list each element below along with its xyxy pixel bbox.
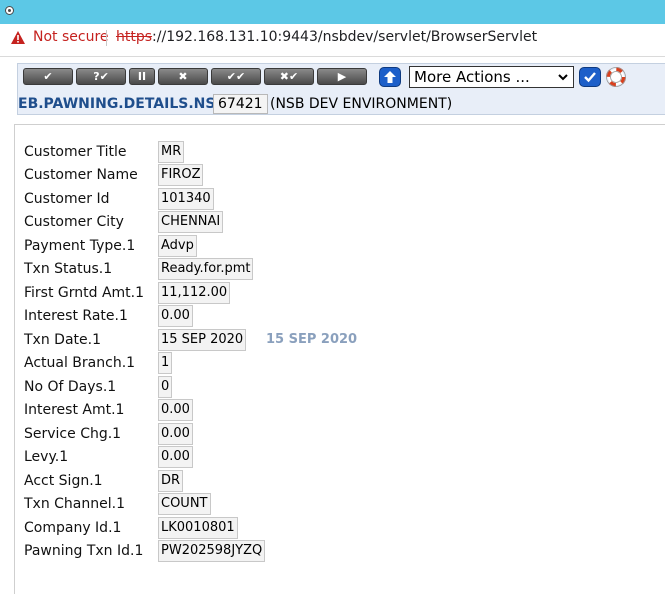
field-value-customer-title[interactable]: MR — [158, 141, 185, 163]
url-scheme: https — [116, 29, 153, 45]
authorise-button[interactable]: ✔✔ — [211, 68, 261, 85]
field-value-levy[interactable]: 0.00 — [158, 446, 193, 468]
field-value-first-grntd-amt[interactable]: 11,112.00 — [158, 282, 231, 304]
field-label-pawning-txn-id: Pawning Txn Id.1 — [24, 543, 144, 559]
field-label-customer-title: Customer Title — [24, 144, 127, 160]
field-value-customer-city[interactable]: CHENNAI — [158, 211, 224, 233]
record-form: Customer Title MR Customer Name FIROZ Cu… — [14, 124, 665, 594]
field-value-service-chg[interactable]: 0.00 — [158, 423, 193, 445]
more-actions-dropdown[interactable]: More Actions ... — [409, 66, 574, 88]
up-arrow-icon — [384, 71, 396, 83]
field-label-customer-id: Customer Id — [24, 191, 110, 207]
address-bar[interactable]: Not secure https://192.168.131.10:9443/n… — [0, 24, 665, 57]
field-label-customer-city: Customer City — [24, 214, 124, 230]
more-actions-label: More Actions ... — [414, 68, 530, 86]
field-value-customer-name[interactable]: FIROZ — [158, 164, 204, 186]
field-label-interest-rate: Interest Rate.1 — [24, 308, 128, 324]
up-arrow-button[interactable] — [379, 67, 401, 87]
field-value-interest-rate[interactable]: 0.00 — [158, 305, 193, 327]
hold-button[interactable]: II — [129, 68, 155, 85]
application-id: EB.PAWNING.DETAILS.NSB — [18, 96, 227, 112]
field-value-actual-branch[interactable]: 1 — [158, 352, 173, 374]
chevron-down-icon — [558, 74, 568, 81]
field-value-interest-amt[interactable]: 0.00 — [158, 399, 193, 421]
lifebuoy-icon — [606, 67, 626, 87]
field-label-service-chg: Service Chg.1 — [24, 426, 122, 442]
field-label-actual-branch: Actual Branch.1 — [24, 355, 136, 371]
app-icon — [5, 6, 14, 15]
field-value-pawning-txn-id[interactable]: PW202598JYZQ — [158, 540, 266, 562]
field-value-no-of-days[interactable]: 0 — [158, 376, 173, 398]
field-label-payment-type: Payment Type.1 — [24, 238, 136, 254]
window-title-bar — [0, 0, 665, 24]
record-id-field[interactable]: 67421 — [213, 94, 268, 114]
security-status-label[interactable]: Not secure — [33, 29, 109, 45]
txn-date-echo: 15 SEP 2020 — [266, 332, 358, 347]
field-label-no-of-days: No Of Days.1 — [24, 379, 117, 395]
field-value-txn-date[interactable]: 15 SEP 2020 — [158, 329, 247, 351]
field-label-company-id: Company Id.1 — [24, 520, 122, 536]
field-value-company-id[interactable]: LK0010801 — [158, 517, 238, 539]
field-label-interest-amt: Interest Amt.1 — [24, 402, 125, 418]
checkmark-icon — [584, 72, 596, 83]
url-text[interactable]: https://192.168.131.10:9443/nsbdev/servl… — [116, 29, 537, 45]
field-value-acct-sign[interactable]: DR — [158, 470, 184, 492]
field-value-txn-channel[interactable]: COUNT — [158, 493, 211, 515]
validate-button[interactable]: ?✔ — [76, 68, 126, 85]
field-label-acct-sign: Acct Sign.1 — [24, 473, 103, 489]
field-value-txn-status[interactable]: Ready.for.pmt — [158, 258, 254, 280]
environment-label: (NSB DEV ENVIRONMENT) — [270, 96, 453, 112]
field-value-payment-type[interactable]: Advp — [158, 235, 197, 257]
field-label-txn-status: Txn Status.1 — [24, 261, 113, 277]
delete-button[interactable]: ✖ — [158, 68, 208, 85]
url-path: ://192.168.131.10:9443/nsbdev/servlet/Br… — [152, 29, 538, 45]
commit-button[interactable]: ✔ — [23, 68, 73, 85]
reverse-button[interactable]: ✖✔ — [264, 68, 314, 85]
field-label-txn-channel: Txn Channel.1 — [24, 496, 125, 512]
field-label-first-grntd-amt: First Grntd Amt.1 — [24, 285, 145, 301]
warning-icon — [11, 31, 25, 44]
field-label-txn-date: Txn Date.1 — [24, 332, 101, 348]
next-button[interactable]: ▶ — [317, 68, 367, 85]
field-label-levy: Levy.1 — [24, 449, 69, 465]
go-button[interactable] — [579, 67, 601, 87]
transaction-toolbar: ✔ ?✔ II ✖ ✔✔ ✖✔ ▶ More Actions ... EB.PA… — [17, 63, 665, 115]
field-label-customer-name: Customer Name — [24, 167, 138, 183]
help-button[interactable] — [605, 67, 627, 87]
address-divider — [106, 30, 107, 46]
field-value-customer-id[interactable]: 101340 — [158, 188, 214, 210]
